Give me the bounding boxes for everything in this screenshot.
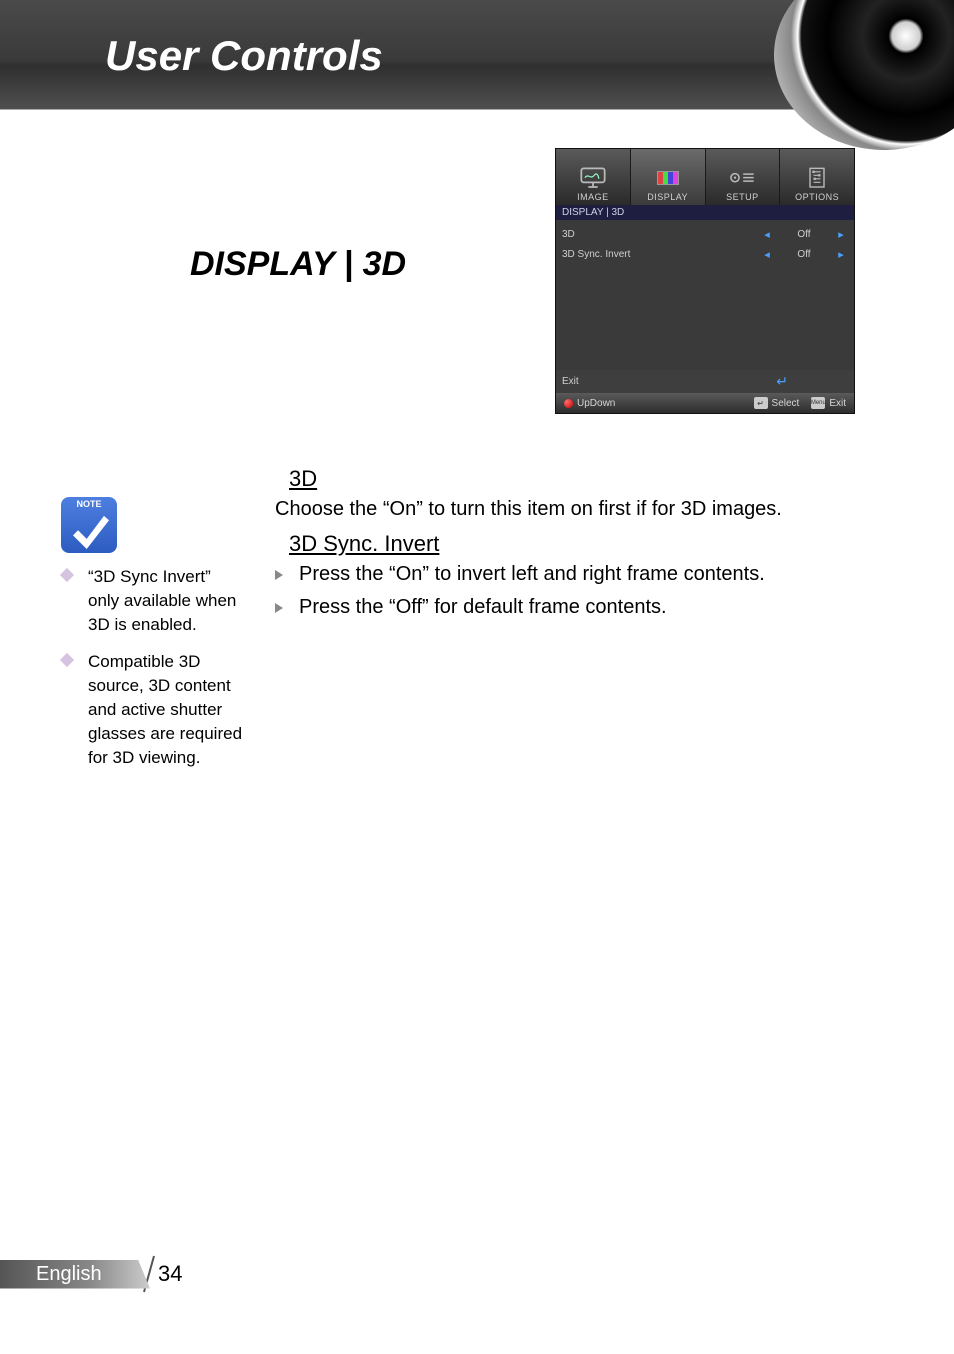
osd-tab-label: OPTIONS bbox=[795, 192, 839, 202]
osd-row-value: Off bbox=[774, 249, 834, 260]
menu-key-icon: Menu bbox=[811, 397, 825, 409]
note-list: “3D Sync Invert” only available when 3D … bbox=[62, 565, 246, 783]
osd-tabs: IMAGE DISPLAY SETUP OPTIONS bbox=[556, 149, 854, 205]
note-badge-label: NOTE bbox=[61, 499, 117, 509]
osd-footer-exit: Menu Exit bbox=[811, 397, 846, 409]
osd-row-label: 3D Sync. Invert bbox=[562, 249, 760, 260]
osd-row-label: 3D bbox=[562, 229, 760, 240]
osd-footer-label: Select bbox=[772, 398, 800, 409]
section-title: DISPLAY | 3D bbox=[190, 245, 406, 284]
osd-footer-label: Exit bbox=[829, 398, 846, 409]
note-badge-icon: NOTE bbox=[61, 497, 117, 553]
enter-icon: ↵ bbox=[776, 373, 788, 390]
footer-language: English bbox=[0, 1260, 150, 1289]
osd-row-value: Off bbox=[774, 229, 834, 240]
content-list-item: Press the “Off” for default frame conten… bbox=[299, 596, 865, 619]
color-bars-icon bbox=[654, 167, 682, 189]
gear-list-icon bbox=[728, 167, 756, 189]
note-item: “3D Sync Invert” only available when 3D … bbox=[62, 565, 246, 636]
osd-tab-label: SETUP bbox=[726, 192, 759, 202]
monitor-icon bbox=[579, 167, 607, 189]
osd-tab-setup: SETUP bbox=[706, 149, 781, 205]
content-body: 3D Choose the “On” to turn this item on … bbox=[275, 460, 865, 629]
header-band: User Controls bbox=[0, 0, 954, 110]
osd-tab-label: DISPLAY bbox=[647, 192, 688, 202]
page-number: 34 bbox=[158, 1261, 182, 1287]
sliders-icon bbox=[803, 167, 831, 189]
osd-footer: UpDown ↵ Select Menu Exit bbox=[556, 393, 854, 413]
content-paragraph: Choose the “On” to turn this item on fir… bbox=[275, 498, 865, 521]
page-footer: English 34 bbox=[0, 1254, 182, 1294]
page-section-title: User Controls bbox=[105, 32, 383, 80]
osd-row-3d-sync-invert: 3D Sync. Invert ◂ Off ▸ bbox=[556, 244, 854, 264]
content-list-item: Press the “On” to invert left and right … bbox=[299, 563, 865, 586]
red-dot-icon bbox=[564, 399, 573, 408]
arrow-left-icon: ◂ bbox=[760, 228, 774, 241]
note-item: Compatible 3D source, 3D content and act… bbox=[62, 650, 246, 769]
osd-row-3d: 3D ◂ Off ▸ bbox=[556, 224, 854, 244]
arrow-right-icon: ▸ bbox=[834, 228, 848, 241]
osd-breadcrumb: DISPLAY | 3D bbox=[556, 205, 854, 220]
lens-decor-icon bbox=[774, 0, 954, 150]
content-heading-3d: 3D bbox=[261, 466, 865, 492]
enter-key-icon: ↵ bbox=[754, 397, 768, 409]
osd-body: 3D ◂ Off ▸ 3D Sync. Invert ◂ Off ▸ bbox=[556, 220, 854, 370]
content-heading-3d-sync-invert: 3D Sync. Invert bbox=[261, 531, 865, 557]
osd-footer-updown: UpDown bbox=[564, 398, 615, 409]
osd-tab-options: OPTIONS bbox=[780, 149, 854, 205]
osd-footer-select: ↵ Select bbox=[754, 397, 800, 409]
osd-footer-label: UpDown bbox=[577, 398, 615, 409]
heading-text: 3D bbox=[289, 466, 317, 491]
osd-exit-label: Exit bbox=[562, 376, 579, 387]
osd-tab-image: IMAGE bbox=[556, 149, 631, 205]
osd-tab-display: DISPLAY bbox=[631, 149, 706, 205]
arrow-left-icon: ◂ bbox=[760, 248, 774, 261]
osd-tab-label: IMAGE bbox=[577, 192, 609, 202]
heading-text: 3D Sync. Invert bbox=[289, 531, 439, 556]
arrow-right-icon: ▸ bbox=[834, 248, 848, 261]
osd-exit-row: Exit ↵ bbox=[556, 370, 854, 393]
check-icon bbox=[73, 513, 109, 549]
osd-menu-screenshot: IMAGE DISPLAY SETUP OPTIONS DISPLAY | 3D… bbox=[555, 148, 855, 414]
